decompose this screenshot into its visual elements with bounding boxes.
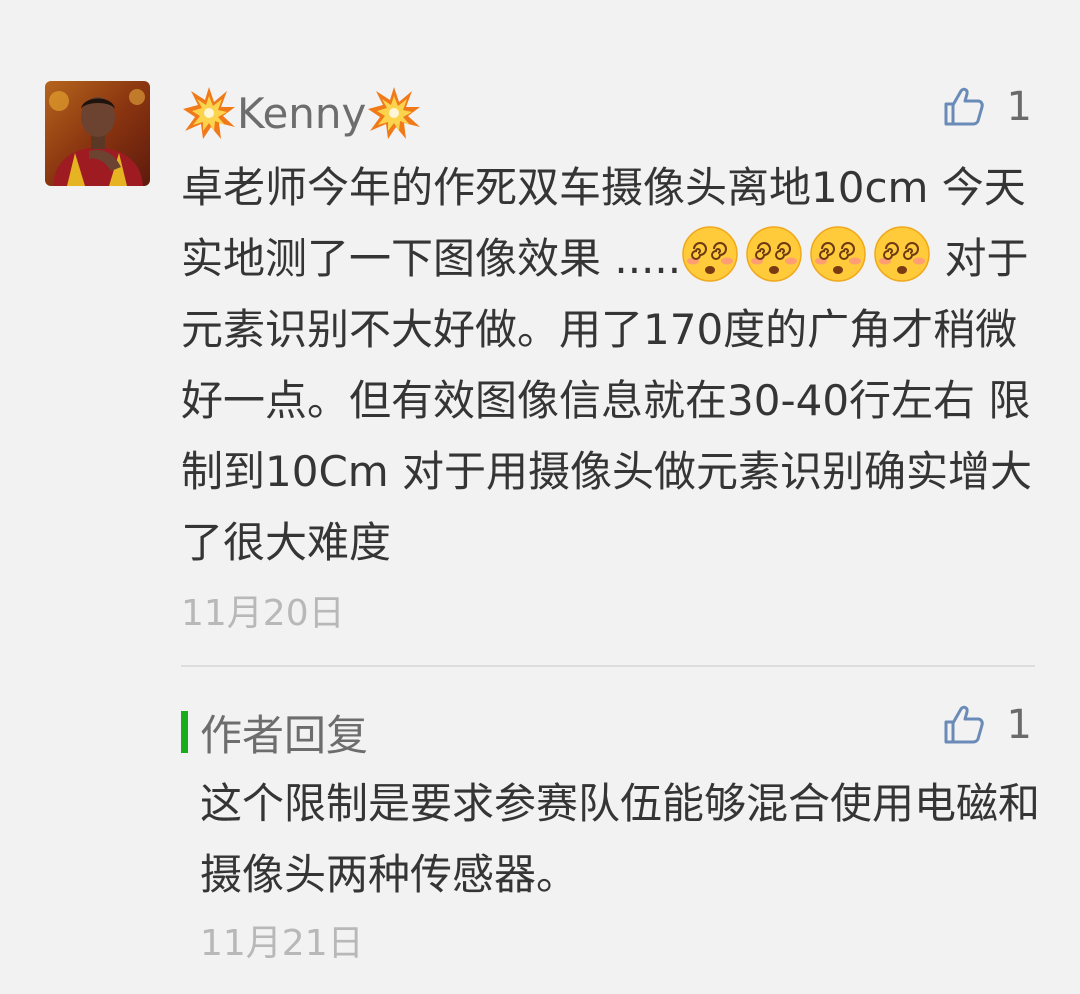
dizzy-face-emoji-icon [681,225,739,283]
username[interactable]: Kenny [181,82,422,144]
username-text: Kenny [237,88,367,138]
comment-text: 卓老师今年的作死双车摄像头离地10cm 今天实地测了一下图像效果 ..... 对… [181,152,1041,578]
comment-date: 11月20日 [181,593,345,634]
author-reply-label: 作者回复 [200,710,369,760]
thumbs-up-icon [943,86,985,128]
collision-emoji-icon [366,85,422,141]
reply-like-count: 1 [1006,702,1032,748]
emoji-group [681,234,931,283]
reply-like-button[interactable]: 1 [943,702,1032,748]
dizzy-face-emoji-icon [745,225,803,283]
reply-date: 11月21日 [200,923,364,964]
comment-like-button[interactable]: 1 [943,84,1032,130]
collision-emoji-icon [181,85,237,141]
reply-text: 这个限制是要求参赛队伍能够混合使用电磁和摄像头两种传感器。 [200,779,1041,899]
reply-accent-bar [181,711,188,753]
comment-text-part2: 对于元素识别不大好做。用了170度的广角才稍微好一点。但有效图像信息就在30-4… [181,234,1033,567]
dizzy-face-emoji-icon [873,225,931,283]
user-avatar[interactable] [45,81,150,186]
thumbs-up-icon [943,704,985,746]
comment-like-count: 1 [1006,84,1032,130]
dizzy-face-emoji-icon [809,225,867,283]
divider [181,665,1035,667]
